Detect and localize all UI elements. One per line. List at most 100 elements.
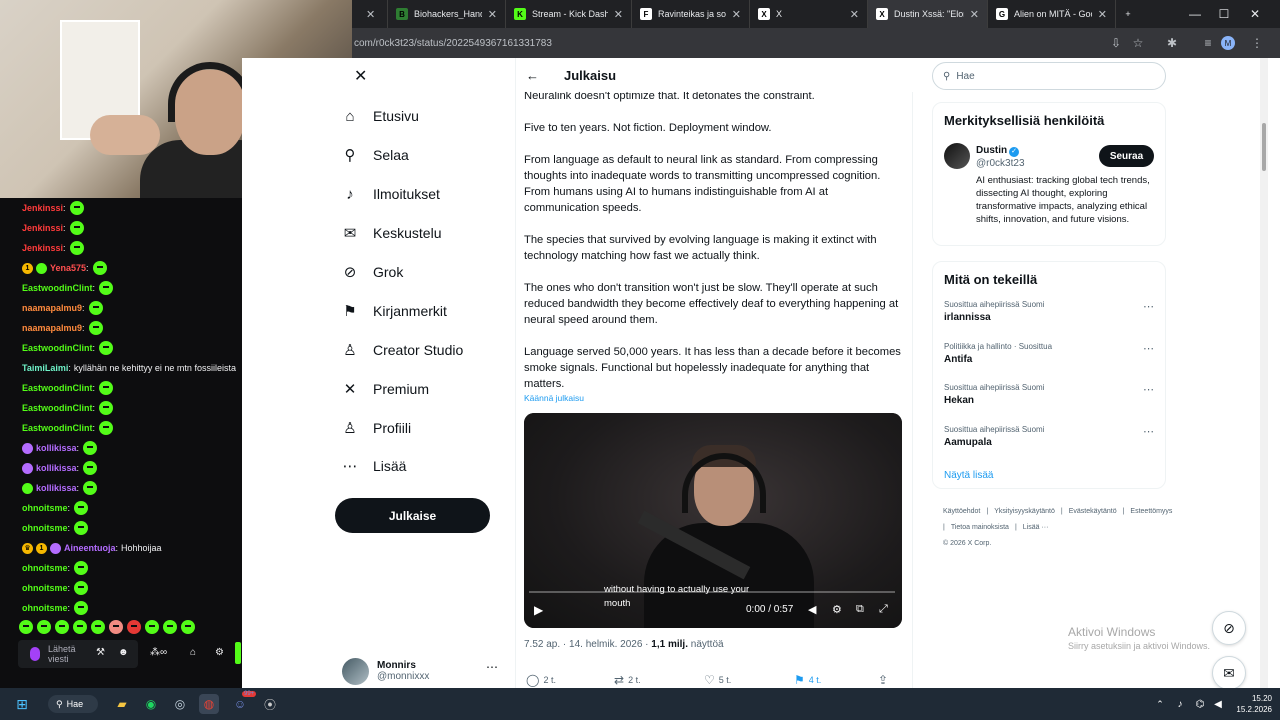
menu-icon[interactable]: ⋮	[1247, 33, 1267, 53]
x-logo-icon[interactable]: ✕	[354, 66, 367, 86]
chat-username[interactable]: EastwoodinClint	[22, 283, 93, 293]
footer-link[interactable]: Käyttöehdot	[943, 508, 980, 515]
taskbar-search[interactable]: ⚲ Hae	[48, 695, 98, 713]
nav-item-creator-studio[interactable]: ♙ Creator Studio	[340, 334, 463, 366]
show-more-link[interactable]: Näytä lisää	[944, 470, 993, 481]
more-icon[interactable]: ⋯	[1143, 425, 1154, 438]
speaker-icon[interactable]: ◀︎	[1208, 694, 1228, 714]
extensions-icon[interactable]: ✱	[1162, 33, 1182, 53]
nav-item-profiili[interactable]: ♙ Profiili	[340, 412, 411, 444]
play-icon[interactable]: ▶	[534, 603, 543, 617]
nav-item-keskustelu[interactable]: ✉ Keskustelu	[340, 217, 442, 249]
nav-item-kirjanmerkit[interactable]: ⚑ Kirjanmerkit	[340, 295, 447, 327]
pip-icon[interactable]: ⧉	[856, 603, 864, 616]
close-icon[interactable]: ✕	[614, 8, 623, 21]
profile-avatar[interactable]: M	[1221, 36, 1235, 50]
spotify-icon[interactable]: ◉	[141, 694, 161, 714]
microphone-icon[interactable]: ♪	[1170, 694, 1190, 714]
trend-item[interactable]: Suosittua aihepiirissä Suomi irlannissa ⋯	[944, 300, 1154, 323]
chat-username[interactable]: naamapalmu9	[22, 303, 82, 313]
obs-icon[interactable]: ⦿	[260, 694, 280, 714]
chat-username[interactable]: EastwoodinClint	[22, 403, 93, 413]
repost-button[interactable]: ⇄ 2 t.	[614, 673, 641, 687]
chat-username[interactable]: ohnoitsme	[22, 523, 68, 533]
close-window-button[interactable]: ✕	[1240, 0, 1270, 28]
chat-username[interactable]: EastwoodinClint	[22, 383, 93, 393]
grok-fab[interactable]: ⊘	[1212, 611, 1246, 645]
browser-tab[interactable]: K Stream - Kick Dashb ✕	[506, 0, 632, 28]
tray-chevron-icon[interactable]: ⌃	[1150, 694, 1170, 714]
search-input[interactable]: ⚲ Hae	[932, 62, 1166, 90]
install-icon[interactable]: ⇩	[1106, 33, 1126, 53]
trend-item[interactable]: Suosittua aihepiirissä Suomi Hekan ⋯	[944, 383, 1154, 406]
follow-button[interactable]: Seuraa	[1099, 145, 1154, 167]
chat-username[interactable]: EastwoodinClint	[22, 423, 93, 433]
nav-item-etusivu[interactable]: ⌂ Etusivu	[340, 100, 418, 132]
translate-link[interactable]: Käännä julkaisu	[524, 393, 584, 403]
close-icon[interactable]: ✕	[970, 8, 979, 21]
minimize-button[interactable]: —	[1180, 0, 1210, 28]
post-time[interactable]: 7.52 ap. · 14. helmik. 2026 ·	[524, 639, 651, 650]
nav-item-selaa[interactable]: ⚲ Selaa	[340, 139, 409, 171]
chat-settings-icon[interactable]: ⚒	[96, 647, 105, 658]
chat-username[interactable]: ohnoitsme	[22, 583, 68, 593]
nav-item-ilmoitukset[interactable]: ♪ Ilmoitukset	[340, 178, 440, 210]
system-clock[interactable]: 15.20 15.2.2026	[1232, 693, 1272, 715]
bookmark-button[interactable]: ⚑ 4 t.	[794, 673, 821, 687]
chat-username[interactable]: Yena575	[50, 263, 86, 273]
close-icon[interactable]: ✕	[850, 8, 859, 21]
account-switcher[interactable]: Monnirs @monnixxx ⋯	[342, 654, 502, 688]
footer-link[interactable]: Evästekäytäntö	[1069, 508, 1117, 515]
chat-username[interactable]: Aineentuoja	[64, 543, 116, 553]
file-explorer-icon[interactable]: ▰	[112, 694, 132, 714]
trend-item[interactable]: Suosittua aihepiirissä Suomi Aamupala ⋯	[944, 425, 1154, 448]
emote-icon[interactable]	[91, 620, 105, 634]
chat-username[interactable]: TaimiLaimi	[22, 363, 68, 373]
close-icon[interactable]: ✕	[488, 8, 497, 21]
emote-icon[interactable]	[19, 620, 33, 634]
emote-icon[interactable]	[181, 620, 195, 634]
url-text[interactable]: com/r0ck3t23/status/2022549367161331783	[354, 38, 552, 49]
browser-tab[interactable]: X X ✕	[750, 0, 868, 28]
chat-username[interactable]: Jenkinssi	[22, 243, 63, 253]
maximize-button[interactable]: ☐	[1209, 0, 1239, 28]
footer-link[interactable]: Tietoa mainoksista	[951, 524, 1009, 531]
chat-send-button[interactable]	[235, 642, 241, 664]
emote-icon[interactable]	[163, 620, 177, 634]
settings-icon[interactable]: ⚙	[832, 603, 842, 616]
emote-icon[interactable]	[73, 620, 87, 634]
store-icon[interactable]: ⌂	[190, 647, 196, 658]
chat-username[interactable]: ohnoitsme	[22, 603, 68, 613]
close-icon[interactable]: ✕	[1098, 8, 1107, 21]
chat-username[interactable]: EastwoodinClint	[22, 343, 93, 353]
like-button[interactable]: ♡ 5 t.	[704, 673, 731, 687]
chat-username[interactable]: Jenkinssi	[22, 203, 63, 213]
browser-tab[interactable]: X Dustin Xssä: "Elon M ✕	[868, 0, 988, 28]
post-button[interactable]: Julkaise	[335, 498, 490, 533]
scroll-thumb[interactable]	[1262, 123, 1266, 171]
chat-username[interactable]: kollikissa	[36, 463, 77, 473]
emoji-icon[interactable]: ☻	[118, 647, 129, 658]
more-icon[interactable]: ⋯	[1143, 300, 1154, 313]
close-icon[interactable]: ✕	[732, 8, 741, 21]
video-progress-bar[interactable]	[529, 591, 895, 593]
messages-fab[interactable]: ✉	[1212, 656, 1246, 688]
emote-icon[interactable]	[145, 620, 159, 634]
more-icon[interactable]: ⋯	[486, 660, 498, 674]
chat-username[interactable]: kollikissa	[36, 483, 77, 493]
nav-item-lisää[interactable]: ⋯ Lisää	[340, 450, 407, 482]
browser-tab[interactable]: B Biohackers_Handboo ✕	[388, 0, 506, 28]
nav-item-grok[interactable]: ⊘ Grok	[340, 256, 404, 288]
more-icon[interactable]: ⋯	[1143, 342, 1154, 355]
browser-tab[interactable]: F Ravinteikas ja sokerit ✕	[632, 0, 750, 28]
star-icon[interactable]: ☆	[1128, 33, 1148, 53]
media-icon[interactable]: ≡	[1198, 33, 1218, 53]
chat-username[interactable]: naamapalmu9	[22, 323, 82, 333]
more-icon[interactable]: ⋯	[1143, 383, 1154, 396]
avatar[interactable]	[944, 143, 970, 169]
chrome-icon[interactable]: ◍	[199, 694, 219, 714]
nav-item-premium[interactable]: ✕ Premium	[340, 373, 429, 405]
footer-link[interactable]: Yksityisyyskäytäntö	[994, 508, 1055, 515]
emote-icon[interactable]	[55, 620, 69, 634]
scrollbar[interactable]	[1260, 58, 1268, 688]
